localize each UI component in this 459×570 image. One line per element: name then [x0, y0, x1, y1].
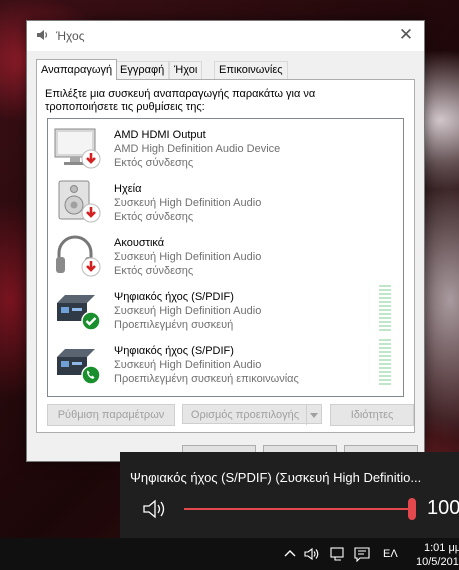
device-status: Προεπιλεγμένη συσκευή επικοινωνίας [114, 373, 299, 385]
action-center-icon[interactable] [354, 546, 370, 562]
volume-flyout: Ψηφιακός ήχος (S/PDIF) (Συσκευή High Def… [120, 452, 459, 538]
playback-panel: Επιλέξτε μια συσκευή αναπαραγωγής παρακά… [36, 79, 415, 433]
device-driver: Συσκευή High Definition Audio [114, 197, 262, 209]
device-status: Προεπιλεγμένη συσκευή [114, 319, 234, 331]
configure-button[interactable]: Ρύθμιση παραμέτρων [47, 404, 175, 426]
taskbar: ΕΛ 1:01 μμ 10/5/201 [0, 538, 459, 570]
device-list[interactable]: AMD HDMI Output AMD High Definition Audi… [47, 118, 404, 397]
clock-time[interactable]: 1:01 μμ [424, 542, 459, 554]
network-icon[interactable] [330, 546, 346, 562]
device-name: AMD HDMI Output [114, 129, 206, 141]
speaker-icon[interactable] [142, 498, 166, 520]
device-name: Ψηφιακός ήχος (S/PDIF) [114, 345, 234, 357]
device-status: Εκτός σύνδεσης [114, 265, 194, 277]
tab-recording[interactable]: Εγγραφή [115, 61, 170, 79]
set-default-label: Ορισμός προεπιλογής [190, 409, 300, 421]
device-driver: Συσκευή High Definition Audio [114, 359, 262, 371]
disconnected-arrow-badge [81, 257, 101, 277]
volume-slider-thumb[interactable] [408, 498, 416, 520]
device-item-speakers[interactable]: Ηχεία Συσκευή High Definition Audio Εκτό… [48, 173, 403, 227]
device-item-spdif-default[interactable]: Ψηφιακός ήχος (S/PDIF) Συσκευή High Defi… [48, 281, 403, 335]
device-driver: AMD High Definition Audio Device [114, 143, 281, 155]
spdif-device-icon [57, 349, 101, 385]
volume-slider-track[interactable] [184, 508, 416, 510]
disconnected-arrow-badge [81, 149, 101, 169]
flyout-device-title[interactable]: Ψηφιακός ήχος (S/PDIF) (Συσκευή High Def… [130, 470, 459, 485]
sound-dialog: Ήχος ✕ Αναπαραγωγή Εγγραφή Ήχοι Επικοινω… [26, 20, 425, 467]
device-driver: Συσκευή High Definition Audio [114, 305, 262, 317]
level-meter [379, 339, 391, 387]
monitor-icon [54, 128, 101, 169]
default-check-badge [81, 311, 101, 331]
title-bar: Ήχος ✕ [27, 21, 424, 51]
device-item-headphones[interactable]: Ακουστικά Συσκευή High Definition Audio … [48, 227, 403, 281]
device-name: Ηχεία [114, 183, 142, 195]
device-status: Εκτός σύνδεσης [114, 157, 194, 169]
communication-phone-badge [81, 365, 101, 385]
headphones-icon [56, 235, 101, 277]
set-default-button[interactable]: Ορισμός προεπιλογής [182, 404, 322, 425]
speaker-icon [58, 180, 101, 223]
level-meter [379, 285, 391, 333]
dialog-title: Ήχος [56, 29, 85, 43]
device-item-spdif-communications[interactable]: Ψηφιακός ήχος (S/PDIF) Συσκευή High Defi… [48, 335, 403, 389]
sound-app-icon [37, 30, 48, 40]
tab-sounds[interactable]: Ήχοι [169, 61, 203, 79]
tab-playback[interactable]: Αναπαραγωγή [36, 59, 118, 80]
device-name: Ακουστικά [114, 237, 165, 249]
spdif-device-icon [57, 295, 101, 331]
device-name: Ψηφιακός ήχος (S/PDIF) [114, 291, 234, 303]
close-button[interactable]: ✕ [396, 25, 416, 45]
clock-date[interactable]: 10/5/201 [416, 556, 459, 568]
chevron-up-icon[interactable] [282, 546, 298, 562]
device-driver: Συσκευή High Definition Audio [114, 251, 262, 263]
chevron-down-icon[interactable] [306, 405, 321, 425]
device-status: Εκτός σύνδεσης [114, 211, 194, 223]
tab-communications[interactable]: Επικοινωνίες [214, 61, 288, 79]
instruction-text: Επιλέξτε μια συσκευή αναπαραγωγής παρακά… [45, 88, 316, 113]
volume-value: 100 [427, 497, 459, 519]
properties-button[interactable]: Ιδιότητες [330, 404, 414, 426]
language-indicator[interactable]: ΕΛ [383, 548, 398, 560]
disconnected-arrow-badge [81, 203, 101, 223]
volume-tray-icon[interactable] [304, 546, 320, 562]
device-item-amd-hdmi[interactable]: AMD HDMI Output AMD High Definition Audi… [48, 119, 403, 173]
